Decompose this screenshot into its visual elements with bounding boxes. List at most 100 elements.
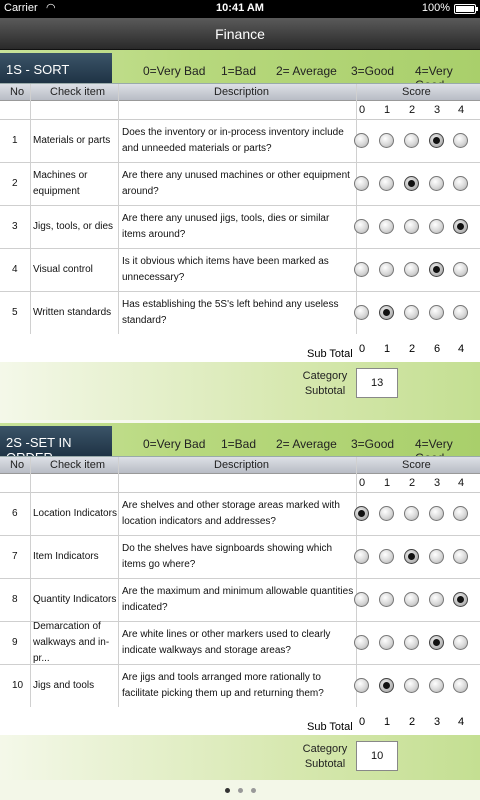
- table-row: 10 Jigs and tools Are jigs and tools arr…: [0, 665, 480, 708]
- score-number-header: 0 1 2 3 4: [0, 474, 480, 493]
- score-radio-1[interactable]: [379, 549, 394, 564]
- table-row: 3 Jigs, tools, or dies Are there any unu…: [0, 206, 480, 249]
- table-header: No Check item Description Score: [0, 457, 480, 474]
- score-radio-3[interactable]: [429, 219, 444, 234]
- score-radio-1[interactable]: [379, 133, 394, 148]
- row-check-item: Quantity Indicators: [33, 594, 117, 605]
- row-description: Do the shelves have signboards showing w…: [122, 543, 333, 570]
- score-radio-2[interactable]: [404, 176, 419, 191]
- table-row: 9 Demarcation of walkways and in-pr... A…: [0, 621, 480, 665]
- score-label: 0: [358, 477, 366, 489]
- score-radio-4[interactable]: [453, 506, 468, 521]
- score-label: 4: [457, 477, 465, 489]
- legend-good: 3=Good: [351, 64, 395, 78]
- score-radio-3[interactable]: [429, 635, 444, 650]
- page-dot[interactable]: [237, 788, 243, 793]
- score-radio-4[interactable]: [453, 592, 468, 607]
- score-radio-2[interactable]: [404, 133, 419, 148]
- checklist-table: No Check item Description Score 0 1 2 3 4 1 …: [0, 83, 480, 335]
- score-radio-4[interactable]: [453, 219, 468, 234]
- score-radio-3[interactable]: [429, 506, 444, 521]
- row-description: Are there any unused machines or other e…: [122, 170, 350, 197]
- section-header: 2S -SET IN ORDER 0=Very Bad 1=Bad 2= Averag…: [0, 423, 480, 465]
- score-radio-4[interactable]: [453, 635, 468, 650]
- score-radio-0[interactable]: [354, 305, 369, 320]
- score-radio-0[interactable]: [354, 133, 369, 148]
- score-radio-2[interactable]: [404, 592, 419, 607]
- nav-bar: Finance: [0, 18, 480, 50]
- score-radio-3[interactable]: [429, 678, 444, 693]
- row-number: 2: [12, 178, 18, 189]
- score-radio-1[interactable]: [379, 262, 394, 277]
- score-radio-3[interactable]: [429, 176, 444, 191]
- score-label: 1: [383, 477, 391, 489]
- category-subtotal-value[interactable]: 13: [356, 368, 398, 398]
- checklist-table: No Check item Description Score 0 1 2 3 4 6 …: [0, 456, 480, 708]
- row-check-item: Written standards: [33, 307, 112, 318]
- score-radio-4[interactable]: [453, 133, 468, 148]
- page-indicator[interactable]: [0, 780, 480, 800]
- subtotal-value: 3: [433, 716, 441, 728]
- score-radio-2[interactable]: [404, 262, 419, 277]
- score-radio-1[interactable]: [379, 176, 394, 191]
- score-radio-0[interactable]: [354, 678, 369, 693]
- row-description: Are there any unused jigs, tools, dies o…: [122, 213, 330, 240]
- section-title: 1S - SORT: [0, 53, 112, 83]
- score-radio-2[interactable]: [404, 635, 419, 650]
- score-radio-2[interactable]: [404, 506, 419, 521]
- score-radio-4[interactable]: [453, 262, 468, 277]
- score-radio-3[interactable]: [429, 549, 444, 564]
- row-description: Does the inventory or in-process invento…: [122, 127, 344, 154]
- row-check-item: Machines or equipment: [33, 170, 88, 197]
- score-radio-0[interactable]: [354, 262, 369, 277]
- score-radio-1[interactable]: [379, 592, 394, 607]
- col-no: No: [10, 86, 25, 98]
- category-subtotal-value[interactable]: 10: [356, 741, 398, 771]
- subtotal-row: Sub Total 0 1 2 6 4: [0, 334, 480, 362]
- score-radio-3[interactable]: [429, 262, 444, 277]
- status-bar: Carrier ◠ 10:41 AM 100%: [0, 0, 480, 18]
- score-radio-0[interactable]: [354, 219, 369, 234]
- score-radio-0[interactable]: [354, 549, 369, 564]
- table-row: 4 Visual control Is it obvious which ite…: [0, 249, 480, 292]
- row-number: 5: [12, 307, 18, 318]
- score-radio-3[interactable]: [429, 592, 444, 607]
- score-label: 0: [358, 104, 366, 116]
- col-description: Description: [214, 459, 270, 471]
- row-check-item: Item Indicators: [33, 551, 99, 562]
- score-radio-3[interactable]: [429, 133, 444, 148]
- score-radio-1[interactable]: [379, 305, 394, 320]
- score-number-header: 0 1 2 3 4: [0, 101, 480, 120]
- score-radio-4[interactable]: [453, 678, 468, 693]
- subtotal-value: 4: [457, 343, 465, 355]
- legend-average: 2= Average: [276, 437, 337, 451]
- score-radio-2[interactable]: [404, 219, 419, 234]
- row-number: 7: [12, 551, 18, 562]
- score-radio-0[interactable]: [354, 635, 369, 650]
- score-radio-2[interactable]: [404, 305, 419, 320]
- score-radio-4[interactable]: [453, 176, 468, 191]
- page-dot[interactable]: [224, 788, 230, 793]
- score-radio-0[interactable]: [354, 176, 369, 191]
- score-radio-4[interactable]: [453, 549, 468, 564]
- score-radio-3[interactable]: [429, 305, 444, 320]
- score-radio-1[interactable]: [379, 219, 394, 234]
- category-subtotal: Category Subtotal 10: [0, 735, 480, 780]
- col-check-item: Check item: [50, 86, 106, 98]
- score-radio-0[interactable]: [354, 506, 369, 521]
- score-radio-2[interactable]: [404, 678, 419, 693]
- score-radio-0[interactable]: [354, 592, 369, 607]
- row-check-item: Jigs, tools, or dies: [33, 221, 114, 232]
- legend-good: 3=Good: [351, 437, 395, 451]
- checklist-scroll-area[interactable]: 1S - SORT 0=Very Bad 1=Bad 2= Average 3=Good…: [0, 50, 480, 780]
- page-dot[interactable]: [250, 788, 256, 793]
- score-radio-1[interactable]: [379, 635, 394, 650]
- page-title: Finance: [215, 26, 265, 42]
- category-subtotal-label: Category Subtotal: [302, 743, 348, 770]
- score-radio-1[interactable]: [379, 506, 394, 521]
- category-subtotal-label: Category Subtotal: [302, 370, 348, 397]
- score-radio-4[interactable]: [453, 305, 468, 320]
- section-title: 2S -SET IN ORDER: [0, 426, 112, 465]
- score-radio-1[interactable]: [379, 678, 394, 693]
- score-radio-2[interactable]: [404, 549, 419, 564]
